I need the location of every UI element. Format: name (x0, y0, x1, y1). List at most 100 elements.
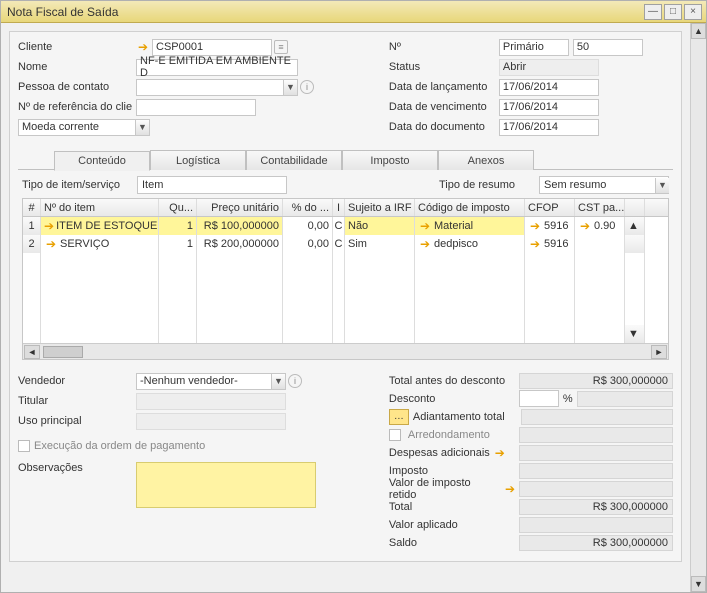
venc-label: Data de vencimento (389, 101, 499, 113)
window-title: Nota Fiscal de Saída (5, 5, 642, 19)
nome-field[interactable]: NF-E EMITIDA EM AMBIENTE D (136, 59, 298, 76)
col-item[interactable]: Nº do item (41, 199, 159, 216)
tab-contabilidade[interactable]: Contabilidade (246, 150, 342, 170)
grid-row[interactable]: 2 ➔SERVIÇO 1 R$ 200,000000 0,00 C Sim ➔d… (23, 235, 668, 253)
cliente-label: Cliente (18, 41, 136, 53)
tad-value: R$ 300,000000 (519, 373, 673, 389)
col-pct[interactable]: % do ... (283, 199, 333, 216)
arred-checkbox: Arredondamento (389, 429, 519, 441)
vendedor-field[interactable]: -Nenhum vendedor- ▼ (136, 373, 286, 390)
adiant-open-button[interactable]: … (389, 409, 409, 425)
obs-label: Observações (18, 462, 136, 474)
doc-label: Data do documento (389, 121, 499, 133)
status-label: Status (389, 61, 499, 73)
no-label: Nº (389, 41, 499, 53)
close-button[interactable]: × (684, 4, 702, 20)
total-value: R$ 300,000000 (519, 499, 673, 515)
scroll-right-icon[interactable]: ► (651, 345, 667, 359)
lanc-label: Data de lançamento (389, 81, 499, 93)
chevron-down-icon: ▼ (135, 120, 149, 135)
lanc-field[interactable]: 17/06/2014 (499, 79, 599, 96)
col-scroll (625, 199, 645, 216)
contato-label: Pessoa de contato (18, 81, 136, 93)
no-series-field[interactable]: Primário (499, 39, 569, 56)
tad-label: Total antes do desconto (389, 375, 519, 387)
link-arrow-icon[interactable]: ➔ (136, 40, 150, 54)
scroll-thumb[interactable] (43, 346, 83, 358)
items-grid[interactable]: # Nº do item Qu... Preço unitário % do .… (22, 198, 669, 360)
col-tax[interactable]: Código de imposto (415, 199, 525, 216)
cliente-field[interactable]: CSP0001 (152, 39, 272, 56)
adiant-label: Adiantamento total (413, 411, 521, 423)
no-value-field[interactable]: 50 (573, 39, 643, 56)
imposto-value (519, 463, 673, 479)
link-arrow-icon[interactable]: ➔ (493, 446, 507, 460)
tab-anexos[interactable]: Anexos (438, 150, 534, 170)
col-i[interactable]: I (333, 199, 345, 216)
uso-label: Uso principal (18, 415, 136, 427)
saldo-label: Saldo (389, 537, 519, 549)
chevron-down-icon: ▼ (655, 178, 669, 193)
info-icon[interactable]: i (300, 80, 314, 94)
vendedor-label: Vendedor (18, 375, 136, 387)
scroll-up-icon[interactable]: ▲ (625, 217, 645, 235)
col-cfop[interactable]: CFOP (525, 199, 575, 216)
nome-label: Nome (18, 61, 136, 73)
cfl-icon[interactable]: ≡ (274, 40, 288, 54)
tipo-item-label: Tipo de item/serviço (22, 179, 137, 191)
desc-label: Desconto (389, 393, 519, 405)
col-price[interactable]: Preço unitário (197, 199, 283, 216)
tab-logistica[interactable]: Logística (150, 150, 246, 170)
obs-field[interactable] (136, 462, 316, 508)
col-irf[interactable]: Sujeito a IRF (345, 199, 415, 216)
doc-field[interactable]: 17/06/2014 (499, 119, 599, 136)
tipo-resumo-select[interactable]: Sem resumo ▼ (539, 176, 669, 194)
link-arrow-icon[interactable]: ➔ (528, 219, 542, 233)
desc-value (577, 391, 673, 407)
total-label: Total (389, 501, 519, 513)
col-cst[interactable]: CST pa... (575, 199, 625, 216)
window-vscroll[interactable]: ▲ ▼ (690, 23, 706, 592)
saldo-value: R$ 300,000000 (519, 535, 673, 551)
contato-field[interactable]: ▼ (136, 79, 298, 96)
col-qty[interactable]: Qu... (159, 199, 197, 216)
valapl-value (519, 517, 673, 533)
col-num[interactable]: # (23, 199, 41, 216)
titular-field (136, 393, 286, 410)
link-arrow-icon[interactable]: ➔ (503, 482, 517, 496)
link-arrow-icon[interactable]: ➔ (528, 237, 542, 251)
row-num: 1 (23, 217, 41, 235)
venc-field[interactable]: 17/06/2014 (499, 99, 599, 116)
scroll-down-icon[interactable]: ▼ (691, 576, 706, 592)
valapl-label: Valor aplicado (389, 519, 519, 531)
adiant-value (521, 409, 673, 425)
link-arrow-icon[interactable]: ➔ (578, 219, 592, 233)
tipo-item-select[interactable]: Item (137, 176, 287, 194)
ref-label: Nº de referência do clie (18, 101, 136, 113)
link-arrow-icon[interactable]: ➔ (418, 237, 432, 251)
scroll-down-icon[interactable]: ▼ (625, 325, 645, 343)
link-arrow-icon[interactable]: ➔ (418, 219, 432, 233)
moeda-selector[interactable]: Moeda corrente ▼ (18, 119, 150, 136)
imposto-label: Imposto (389, 465, 519, 477)
ref-field[interactable] (136, 99, 256, 116)
maximize-button[interactable]: □ (664, 4, 682, 20)
desp-value (519, 445, 673, 461)
uso-field (136, 413, 286, 430)
desc-pct-field[interactable] (519, 390, 559, 407)
link-arrow-icon[interactable]: ➔ (44, 237, 58, 251)
info-icon[interactable]: i (288, 374, 302, 388)
grid-row[interactable]: 1 ➔ITEM DE ESTOQUE 1 R$ 100,000000 0,00 … (23, 217, 668, 235)
chevron-down-icon: ▼ (271, 374, 285, 389)
status-field: Abrir (499, 59, 599, 76)
irf-label: Valor de imposto retido➔ (389, 477, 519, 501)
grid-hscroll[interactable]: ◄ ► (23, 343, 668, 359)
scroll-up-icon[interactable]: ▲ (691, 23, 706, 39)
tab-imposto[interactable]: Imposto (342, 150, 438, 170)
scroll-left-icon[interactable]: ◄ (24, 345, 40, 359)
link-arrow-icon[interactable]: ➔ (44, 219, 54, 233)
minimize-button[interactable]: — (644, 4, 662, 20)
tipo-resumo-label: Tipo de resumo (439, 179, 539, 191)
tab-conteudo[interactable]: Conteúdo (54, 151, 150, 171)
desp-label: Despesas adicionais➔ (389, 446, 519, 460)
